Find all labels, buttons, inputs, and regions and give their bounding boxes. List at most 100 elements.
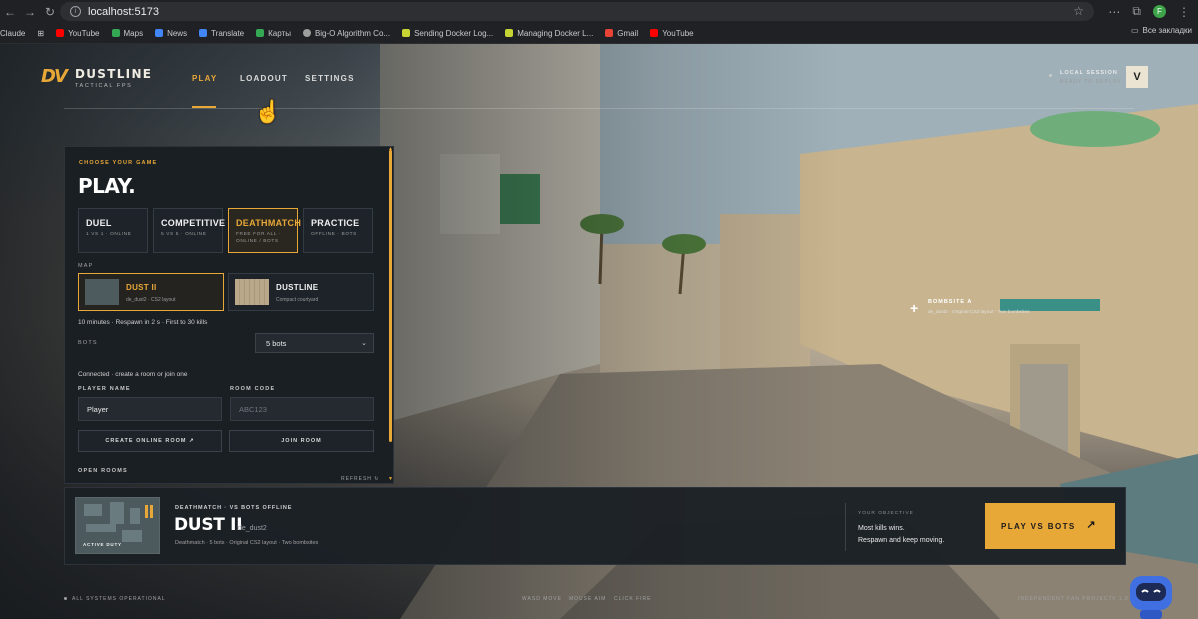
nav-loadout[interactable]: LOADOUT	[240, 74, 288, 83]
bookmark-item[interactable]: Gmail	[599, 29, 644, 38]
objective-label: YOUR OBJECTIVE	[858, 511, 914, 516]
active-duty-badge: ACTIVE DUTY	[83, 542, 122, 547]
youtube-icon	[56, 29, 65, 37]
refresh-button[interactable]: REFRESH ↻	[341, 476, 379, 482]
mode-card-practice[interactable]: PRACTICE OFFLINE · BOTS	[303, 208, 373, 253]
map-thumbnail	[85, 279, 119, 305]
bookmark-label: Claude	[0, 28, 26, 38]
bookmark-item[interactable]: Карты	[250, 29, 297, 38]
mode-subtitle: FREE FOR ALL · ONLINE / BOTS	[236, 232, 282, 244]
extensions-icon[interactable]: ⧉	[1132, 4, 1141, 19]
connection-status: Connected · create a room or join one	[78, 371, 188, 378]
mode-card-deathmatch[interactable]: DEATHMATCH FREE FOR ALL · ONLINE / BOTS	[228, 208, 302, 253]
all-bookmarks-label: Все закладки	[1142, 26, 1192, 35]
hint-wasd: WASD MOVE	[522, 596, 562, 602]
back-icon[interactable]: ←	[0, 0, 20, 23]
arrow-up-right-icon: ↗	[1086, 519, 1097, 531]
summary-divider	[845, 503, 846, 551]
session-status-dot	[1049, 74, 1052, 77]
address-bar[interactable]: i localhost:5173 ☆	[60, 2, 1094, 21]
join-room-button[interactable]: JOIN ROOM	[229, 430, 374, 452]
bookmark-label: Translate	[211, 28, 245, 38]
site-icon	[402, 29, 411, 37]
bookmark-item[interactable]: YouTube	[50, 29, 105, 38]
bookmark-item[interactable]: Big-O Algorithm Co...	[297, 29, 396, 38]
bookmark-item[interactable]: Translate	[193, 29, 250, 38]
mode-title: DEATHMATCH	[236, 218, 302, 228]
forward-icon[interactable]: →	[20, 0, 40, 23]
bookmark-item[interactable]: Maps	[106, 29, 150, 38]
bookmark-label: YouTube	[662, 28, 694, 38]
reload-icon[interactable]: ↻	[40, 0, 60, 23]
bots-select[interactable]: 5 bots ⌄	[255, 333, 374, 353]
selected-map-title: DUST II	[174, 515, 243, 535]
map-subtitle: Compact courtyard	[276, 297, 319, 303]
bookmark-label: Maps	[123, 28, 144, 38]
mode-card-duel[interactable]: DUEL 1 VS 1 · ONLINE	[78, 208, 148, 253]
maps-icon	[256, 29, 265, 37]
scroll-down-icon[interactable]: ▼	[388, 476, 393, 482]
profile-avatar[interactable]: F	[1153, 5, 1166, 18]
bookmark-label: Big-O Algorithm Co...	[314, 28, 391, 38]
mode-title: PRACTICE	[311, 218, 360, 228]
create-room-button[interactable]: CREATE ONLINE ROOM ↗	[78, 430, 222, 452]
apps-grid-icon[interactable]: ⊞	[31, 29, 50, 38]
bookmark-item[interactable]: News	[149, 29, 193, 38]
site-icon	[505, 29, 514, 37]
nav-play[interactable]: PLAY	[192, 74, 217, 83]
browser-menu-icon[interactable]: ⋮	[1178, 5, 1190, 19]
map-card-dustline[interactable]: DUSTLINE Compact courtyard	[228, 273, 374, 311]
extensions-menu-icon[interactable]: ⋯	[1108, 5, 1120, 19]
mode-card-competitive[interactable]: COMPETITIVE 5 VS 5 · ONLINE	[153, 208, 226, 253]
session-title: LOCAL SESSION	[1060, 70, 1118, 76]
all-bookmarks[interactable]: ▭ Все закладки	[1131, 26, 1192, 35]
news-icon	[155, 29, 164, 37]
panel-eyebrow: CHOOSE YOUR GAME	[79, 160, 158, 166]
room-code-input[interactable]: ABC123	[230, 397, 374, 421]
bookmark-item[interactable]: Managing Docker L...	[499, 29, 599, 38]
panel-scrollbar[interactable]	[389, 150, 392, 442]
rank-stripes-icon	[145, 505, 154, 518]
map-title: DUSTLINE	[276, 283, 319, 292]
bookmark-star-icon[interactable]: ☆	[1073, 4, 1084, 18]
bookmark-item[interactable]: Claude	[0, 29, 31, 38]
globe-icon	[302, 29, 311, 37]
system-status: ALL SYSTEMS OPERATIONAL	[72, 596, 166, 602]
gmail-icon	[605, 29, 614, 37]
bookmark-label: Managing Docker L...	[517, 28, 594, 38]
bookmarks-bar: Claude ⊞ YouTube Maps News Translate Кар…	[0, 23, 1198, 44]
objective-line: Most kills wins.	[858, 525, 905, 532]
room-code-label: ROOM CODE	[230, 386, 276, 392]
mode-subtitle: 5 VS 5 · ONLINE	[161, 232, 207, 237]
bookmark-label: YouTube	[68, 28, 100, 38]
assistant-bot-icon[interactable]	[1126, 570, 1176, 619]
player-name-input[interactable]: Player	[78, 397, 222, 421]
youtube-icon	[650, 29, 659, 37]
bookmark-item[interactable]: Sending Docker Log...	[396, 29, 499, 38]
brand-title: DUSTLINE	[75, 67, 153, 81]
bookmark-label: Карты	[268, 28, 291, 38]
mode-subtitle: 1 VS 1 · ONLINE	[86, 232, 132, 237]
bookmark-item[interactable]: YouTube	[644, 29, 699, 38]
match-rules: 10 minutes · Respawn in 2 s · First to 3…	[78, 319, 208, 326]
bombsite-marker-icon: +	[910, 300, 919, 316]
bombsite-subtitle: de_dust2 · Original CS2 layout · Two bom…	[928, 310, 1030, 315]
mode-title: COMPETITIVE	[161, 218, 226, 228]
header-divider	[64, 108, 1134, 109]
hint-click: CLICK FIRE	[614, 596, 652, 602]
site-info-icon[interactable]: i	[70, 6, 81, 17]
bookmark-label: News	[167, 28, 188, 38]
user-avatar[interactable]: V	[1126, 66, 1148, 88]
play-vs-bots-button[interactable]: PLAY VS BOTS ↗	[985, 503, 1115, 549]
map-thumbnail	[235, 279, 269, 305]
map-label: MAP	[78, 263, 94, 269]
bots-select-value: 5 bots	[266, 338, 287, 348]
play-button-label: PLAY VS BOTS	[1001, 521, 1076, 531]
translate-icon	[199, 29, 208, 37]
open-rooms-heading: OPEN ROOMS	[78, 468, 128, 474]
map-card-dust2[interactable]: DUST II de_dust2 · CS2 layout	[78, 273, 224, 311]
objective-text: Most kills wins. Respawn and keep moving…	[858, 523, 944, 547]
player-name-label: PLAYER NAME	[78, 386, 131, 392]
map-subtitle: de_dust2 · CS2 layout	[126, 297, 176, 303]
nav-settings[interactable]: SETTINGS	[305, 74, 355, 83]
